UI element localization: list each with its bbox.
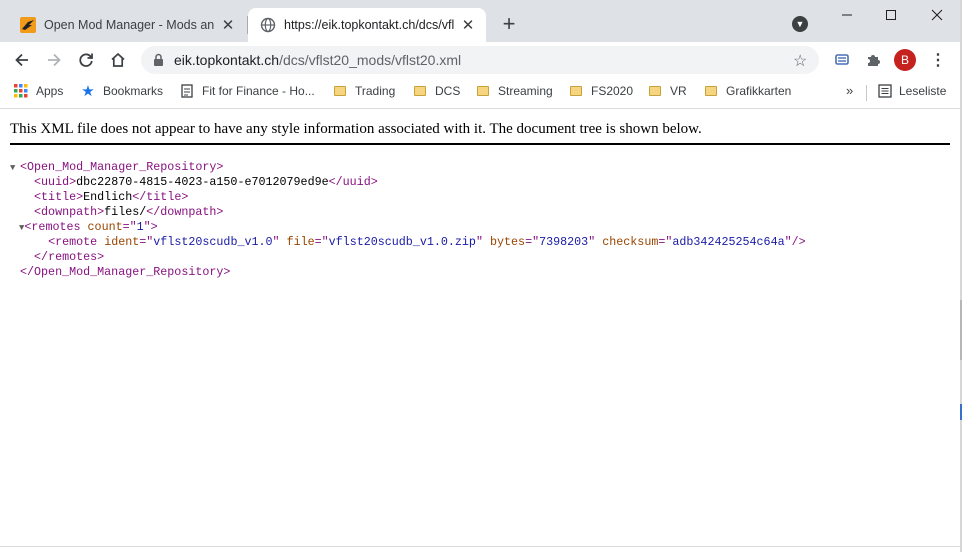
bookmark-fit-for-finance[interactable]: Fit for Finance - Ho... xyxy=(180,84,315,98)
toolbar: eik.topkontakt.ch/dcs/vflst20_mods/vflst… xyxy=(0,42,960,78)
bookmark-folder-dcs[interactable]: DCS xyxy=(413,84,460,98)
tab-strip: Open Mod Manager - Mods and ✕ https://ei… xyxy=(0,0,960,42)
bookmark-label: Fit for Finance - Ho... xyxy=(202,84,315,98)
new-tab-button[interactable]: + xyxy=(497,11,521,36)
tab-open-mod-manager[interactable]: Open Mod Manager - Mods and ✕ xyxy=(8,8,246,42)
more-bookmarks-chevron-icon[interactable]: » xyxy=(846,83,853,98)
downpath-value: files/ xyxy=(104,205,147,219)
bookmark-label: FS2020 xyxy=(591,84,634,98)
page-content: This XML file does not appear to have an… xyxy=(0,109,960,552)
xml-style-notice: This XML file does not appear to have an… xyxy=(10,121,950,145)
page-icon xyxy=(180,84,194,98)
close-window-button[interactable] xyxy=(922,4,952,26)
xml-line-remotes-open: ▼<remotes count="1"> xyxy=(19,220,158,234)
bookmark-folder-grafikkarten[interactable]: Grafikkarten xyxy=(704,84,791,98)
home-icon xyxy=(111,52,125,67)
bookmarks-separator xyxy=(866,85,867,101)
bookmark-star-icon[interactable]: ☆ xyxy=(793,51,807,71)
back-button[interactable] xyxy=(10,48,34,72)
close-tab-icon[interactable]: ✕ xyxy=(458,15,478,35)
xml-line-title: <title>Endlich</title> xyxy=(34,190,189,204)
url-text[interactable]: eik.topkontakt.ch/dcs/vflst20_mods/vflst… xyxy=(174,52,461,68)
xml-line-downpath: <downpath>files/</downpath> xyxy=(34,205,224,219)
home-button[interactable] xyxy=(106,48,130,72)
folder-icon xyxy=(333,84,347,98)
bookmark-apps[interactable]: Apps xyxy=(14,84,63,98)
bookmark-label: Trading xyxy=(355,84,396,98)
bookmark-label: VR xyxy=(670,84,687,98)
maximize-button[interactable] xyxy=(876,4,906,26)
xml-tree: ▼ <Open_Mod_Manager_Repository> <uuid>dbc… xyxy=(10,160,806,280)
bookmark-folder-fs2020[interactable]: FS2020 xyxy=(569,84,633,98)
address-bar[interactable]: eik.topkontakt.ch/dcs/vflst20_mods/vflst… xyxy=(141,46,819,74)
bookmark-label: Streaming xyxy=(498,84,553,98)
forward-arrow-icon xyxy=(48,53,61,67)
bookmark-label: Bookmarks xyxy=(103,84,164,98)
tab-title: https://eik.topkontakt.ch/dcs/vfls xyxy=(284,18,454,32)
folder-icon xyxy=(648,84,662,98)
reload-icon xyxy=(79,53,93,67)
bookmark-label: Apps xyxy=(36,84,64,98)
xml-line-uuid: <uuid>dbc22870-4815-4023-a150-e7012079ed… xyxy=(34,175,378,189)
bookmark-label: Grafikkarten xyxy=(726,84,792,98)
bookmark-folder-streaming[interactable]: Streaming xyxy=(476,84,553,98)
forward-button[interactable] xyxy=(42,48,66,72)
xml-line-remotes-close: </remotes> xyxy=(34,250,105,264)
bird-logo-icon xyxy=(20,17,36,33)
xml-line-root-close: </Open_Mod_Manager_Repository> xyxy=(20,265,231,279)
tab-search-icon[interactable]: ▼ xyxy=(792,16,808,32)
menu-kebab-icon[interactable]: ⋮ xyxy=(930,51,946,69)
title-value: Endlich xyxy=(83,190,133,204)
reload-button[interactable] xyxy=(74,48,98,72)
globe-icon xyxy=(260,17,276,33)
reading-list-button[interactable]: Leseliste xyxy=(878,84,946,98)
bookmark-bookmarks[interactable]: ★ Bookmarks xyxy=(81,83,164,100)
uuid-value: dbc22870-4815-4023-a150-e7012079ed9e xyxy=(76,175,329,189)
folder-icon xyxy=(704,84,718,98)
xml-line-root-open: ▼ <Open_Mod_Manager_Repository> xyxy=(10,160,224,176)
url-path: /dcs/vflst20_mods/vflst20.xml xyxy=(279,52,462,68)
star-icon: ★ xyxy=(81,83,95,100)
minimize-button[interactable] xyxy=(832,4,862,26)
bookmarks-bar: Apps ★ Bookmarks Fit for Finance - Ho...… xyxy=(0,78,960,106)
tab-xml-file[interactable]: https://eik.topkontakt.ch/dcs/vfls ✕ xyxy=(248,8,486,42)
xml-line-remote: <remote ident="vflst20scudb_v1.0" file="… xyxy=(48,235,806,249)
bookmark-folder-trading[interactable]: Trading xyxy=(333,84,395,98)
profile-avatar[interactable]: B xyxy=(894,49,916,71)
browser-window: Open Mod Manager - Mods and ✕ https://ei… xyxy=(0,0,960,552)
folder-icon xyxy=(413,84,427,98)
folder-icon xyxy=(569,84,583,98)
reading-list-icon xyxy=(878,84,892,98)
extensions-puzzle-icon[interactable] xyxy=(864,51,882,69)
lock-icon[interactable] xyxy=(153,53,164,72)
folder-icon xyxy=(476,84,490,98)
window-bottom-border xyxy=(0,546,960,547)
media-router-icon[interactable] xyxy=(833,51,851,69)
reading-list-label: Leseliste xyxy=(899,84,947,98)
bookmark-folder-vr[interactable]: VR xyxy=(648,84,687,98)
apps-grid-icon xyxy=(14,84,28,98)
url-host: eik.topkontakt.ch xyxy=(174,52,280,68)
bookmark-label: DCS xyxy=(435,84,461,98)
collapse-toggle-icon[interactable]: ▼ xyxy=(10,161,20,176)
close-tab-icon[interactable]: ✕ xyxy=(218,15,238,35)
tab-title: Open Mod Manager - Mods and xyxy=(44,18,214,32)
back-arrow-icon xyxy=(15,53,28,67)
